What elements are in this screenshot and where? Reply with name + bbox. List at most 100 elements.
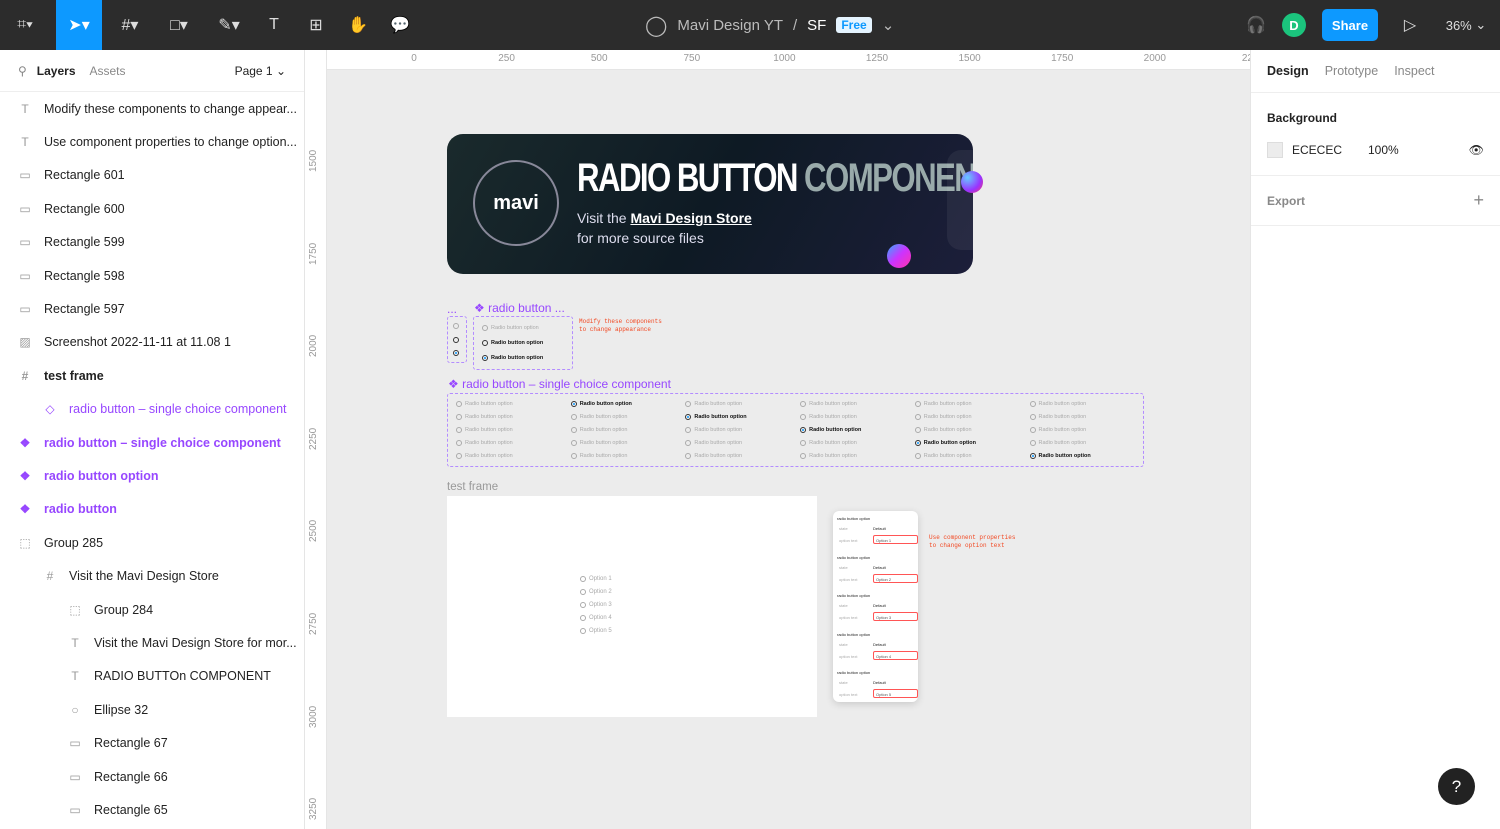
rectangle-tool-icon[interactable]: □▾ [158,0,200,50]
radio-option[interactable]: Radio button option [685,427,742,433]
radio-option[interactable]: Radio button option [1029,401,1086,407]
radio-option[interactable]: Radio button option [685,401,742,407]
layer-item[interactable]: ▭ Rectangle 67 [0,726,304,759]
radio-option[interactable]: Radio button option [685,440,742,446]
radio-component-set[interactable] [447,316,467,363]
radio-option[interactable]: Option 3 [580,602,612,608]
radio-option[interactable]: Radio button option [570,440,627,446]
bg-hex-input[interactable]: ECECEC [1292,143,1368,157]
layer-item[interactable]: ❖ radio button – single choice component [0,426,304,459]
comment-tool-icon[interactable]: 💬 [384,0,416,50]
radio-option[interactable]: Radio button option [800,414,857,420]
radio-option[interactable]: Radio button option [685,414,747,420]
file-title[interactable]: ◯ Mavi Design YT / SF Free ⌄ [645,0,894,50]
tab-assets[interactable]: Assets [90,64,126,78]
radio-option[interactable]: Radio button option [914,453,972,459]
radio-option[interactable]: Radio button option [1029,453,1091,459]
layer-item[interactable]: ▭ Rectangle 599 [0,226,304,259]
share-button[interactable]: Share [1322,9,1378,41]
search-icon[interactable]: ⚲ [18,64,27,78]
layer-item[interactable]: ◇ radio button – single choice component [0,393,304,426]
store-link[interactable]: Mavi Design Store [630,210,751,226]
zoom-dropdown[interactable]: 36% ⌄ [1440,0,1492,50]
radio-option[interactable]: Radio button option [456,401,513,407]
radio-default[interactable] [453,337,459,343]
radio-option[interactable]: Radio button option [570,401,632,407]
radio-option[interactable]: Radio button option [570,414,627,420]
hand-tool-icon[interactable]: ✋ [342,0,374,50]
eye-icon[interactable]: 👁 [1469,143,1484,157]
radio-option[interactable]: Radio button option [914,414,972,420]
radio-option[interactable]: Radio button option [800,401,857,407]
single-choice-variants[interactable]: Radio button option Radio button option Ra… [447,393,1144,467]
radio-option-disabled[interactable]: Radio button option [482,325,539,331]
layer-item[interactable]: ▭ Rectangle 66 [0,760,304,793]
radio-option[interactable]: Radio button option [1029,440,1086,446]
layer-item[interactable]: T Visit the Mavi Design Store for mor... [0,626,304,659]
radio-button-label[interactable]: ❖ radio button ... [474,301,565,315]
layer-item[interactable]: ▭ Rectangle 598 [0,259,304,292]
text-tool-icon[interactable]: T [258,0,290,50]
add-export-icon[interactable]: + [1473,190,1484,211]
radio-option[interactable]: Option 5 [580,628,612,634]
bg-opacity-input[interactable]: 100% [1368,143,1399,157]
state-value[interactable]: Default [873,603,886,608]
radio-option[interactable]: Radio button option [570,453,627,459]
help-button[interactable]: ? [1438,768,1475,805]
layer-item[interactable]: ❖ radio button option [0,459,304,492]
layer-item[interactable]: T RADIO BUTTOn COMPONENT [0,660,304,693]
tab-layers[interactable]: Layers [37,64,76,78]
layer-item[interactable]: # Visit the Mavi Design Store [0,559,304,592]
radio-option[interactable]: Radio button option [800,453,857,459]
file-owner[interactable]: Mavi Design YT [677,17,783,34]
layer-item[interactable]: # test frame [0,359,304,392]
frame-tool-icon[interactable]: #▾ [110,0,150,50]
banner[interactable]: mavi RADIO BUTTON COMPONENT Visit the Ma… [447,134,973,274]
layer-item[interactable]: ❖ radio button [0,493,304,526]
layer-item[interactable]: ▭ Rectangle 597 [0,292,304,325]
pen-tool-icon[interactable]: ✎▾ [208,0,250,50]
layer-item[interactable]: ▭ Rectangle 65 [0,793,304,826]
layer-item[interactable]: ▭ Rectangle 600 [0,192,304,225]
resources-icon[interactable]: ⊞ [300,0,332,50]
radio-option-set[interactable]: Radio button option Radio button option … [473,316,573,370]
radio-option[interactable]: Radio button option [570,427,627,433]
radio-option[interactable]: Radio button option [914,440,976,446]
color-swatch[interactable] [1267,142,1283,158]
radio-component-label[interactable]: ... [447,302,457,316]
state-value[interactable]: Default [873,526,886,531]
figma-menu-icon[interactable]: ⌗▾ [0,0,50,50]
test-frame-label[interactable]: test frame [447,481,498,493]
layer-item[interactable]: ⬚ Group 285 [0,526,304,559]
radio-option[interactable]: Radio button option [456,453,513,459]
tab-design[interactable]: Design [1267,64,1309,78]
layer-item[interactable]: ○ Ellipse 32 [0,693,304,726]
radio-selected[interactable] [453,350,459,356]
layer-item[interactable]: ▨ Screenshot 2022-11-11 at 11.08 1 [0,326,304,359]
move-tool-icon[interactable]: ➤▾ [56,0,102,50]
radio-option[interactable]: Option 2 [580,589,612,595]
radio-option[interactable]: Radio button option [800,440,857,446]
radio-option[interactable]: Radio button option [914,427,972,433]
chevron-down-icon[interactable]: ⌄ [882,16,895,34]
state-value[interactable]: Default [873,642,886,647]
present-icon[interactable]: ▷ [1396,0,1424,50]
radio-option[interactable]: Radio button option [1029,427,1086,433]
radio-option-default[interactable]: Radio button option [482,340,543,346]
radio-option[interactable]: Radio button option [1029,414,1086,420]
layer-item[interactable]: T Modify these components to change appea… [0,92,304,125]
tab-prototype[interactable]: Prototype [1325,64,1379,78]
option-text-input[interactable]: Option 5 [873,689,918,698]
audio-icon[interactable]: 🎧 [1242,0,1270,50]
option-text-input[interactable]: Option 3 [873,612,918,621]
option-text-input[interactable]: Option 1 [873,535,918,544]
radio-disabled[interactable] [453,323,459,329]
radio-option[interactable]: Radio button option [800,427,861,433]
radio-option-selected[interactable]: Radio button option [482,355,543,361]
layer-item[interactable]: ⬚ Group 284 [0,593,304,626]
radio-option[interactable]: Radio button option [685,453,742,459]
file-name[interactable]: SF [807,17,826,34]
page-select[interactable]: Page 1 ⌄ [235,64,286,78]
layer-item[interactable]: ▭ Rectangle 601 [0,159,304,192]
radio-option[interactable]: Option 1 [580,576,612,582]
